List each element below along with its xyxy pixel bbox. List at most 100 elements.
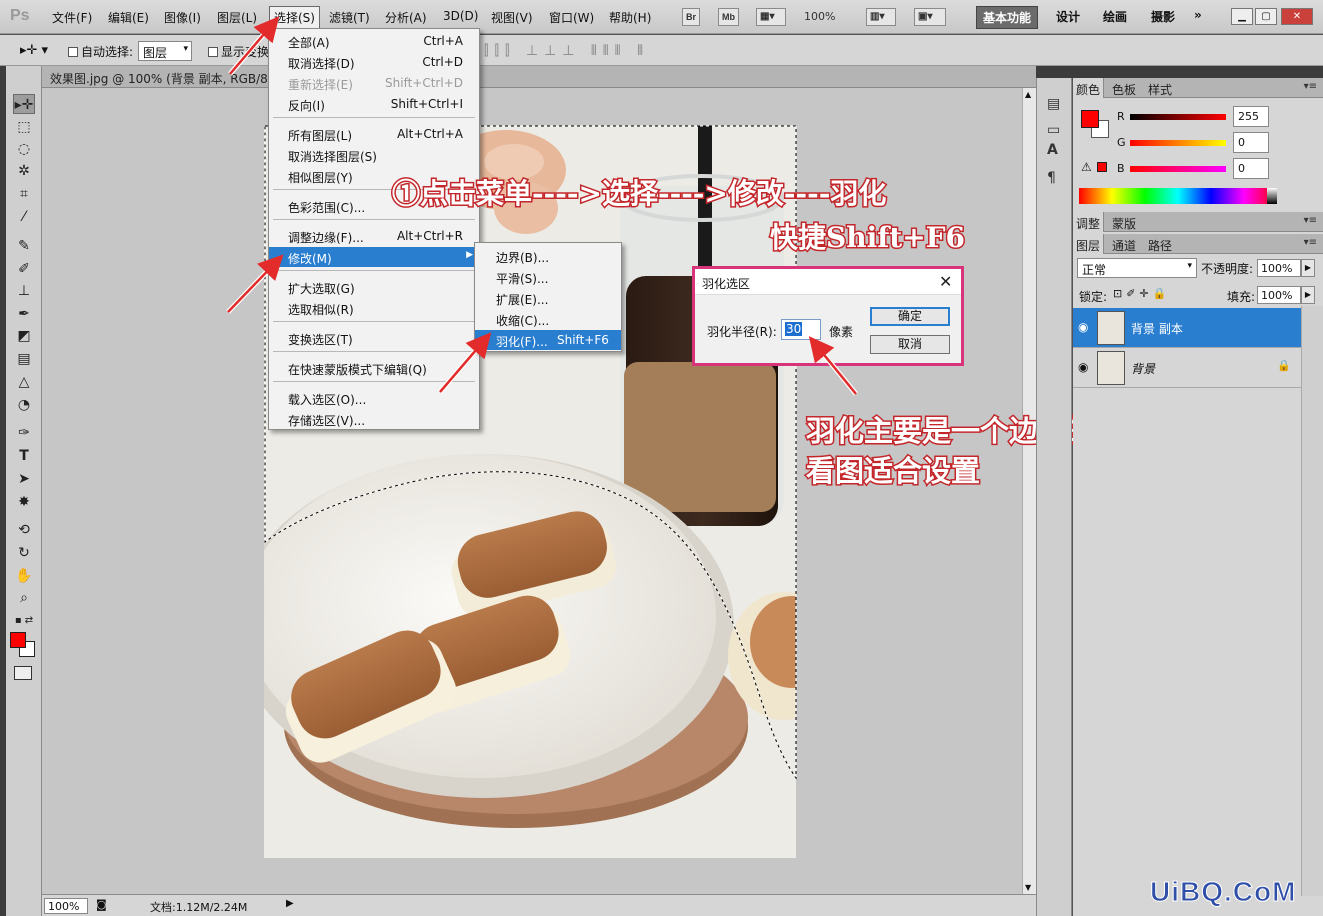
tab-adjustments[interactable]: 调整 bbox=[1073, 212, 1105, 232]
tab-masks[interactable]: 蒙版 bbox=[1109, 215, 1139, 232]
spectrum-bw-ramp[interactable] bbox=[1267, 188, 1277, 204]
tab-styles[interactable]: 样式 bbox=[1145, 81, 1175, 98]
menu-edit[interactable]: 编辑(E) bbox=[108, 9, 149, 26]
tab-swatches[interactable]: 色板 bbox=[1109, 81, 1139, 98]
workspace-essentials[interactable]: 基本功能 bbox=[976, 6, 1039, 29]
panel-collapse-bar[interactable] bbox=[1036, 66, 1323, 78]
menu-similar[interactable]: 选取相似(R) bbox=[269, 298, 479, 318]
blue-value[interactable]: 0 bbox=[1233, 158, 1269, 179]
arrange-documents-icon[interactable]: ▥▾ bbox=[866, 8, 896, 26]
menu-layer[interactable]: 图层(L) bbox=[217, 9, 257, 26]
status-arrow-icon[interactable]: ▶ bbox=[286, 898, 294, 909]
minimize-icon[interactable]: ▁ bbox=[1231, 8, 1253, 25]
ok-button[interactable]: 确定 bbox=[870, 307, 950, 326]
shape-tool-icon[interactable]: ✸ bbox=[13, 492, 35, 512]
menu-view[interactable]: 视图(V) bbox=[491, 9, 533, 26]
history-brush-icon[interactable]: ✒ bbox=[13, 304, 35, 324]
swap-colors-icon[interactable]: ▪ ⇄ bbox=[13, 611, 35, 631]
character-panel-icon[interactable]: A bbox=[1047, 142, 1058, 158]
eye-icon[interactable]: ◉ bbox=[1078, 360, 1088, 374]
menu-3d[interactable]: 3D(D) bbox=[443, 9, 478, 23]
eraser-icon[interactable]: ◩ bbox=[13, 326, 35, 346]
status-menu-icon[interactable]: ◙ bbox=[96, 898, 107, 911]
menu-save-selection[interactable]: 存储选区(V)... bbox=[269, 409, 479, 429]
hand-tool-icon[interactable]: ✋ bbox=[13, 566, 35, 586]
menu-refine-edge[interactable]: 调整边缘(F)... Alt+Ctrl+R bbox=[269, 226, 479, 246]
workspace-design[interactable]: 设计 bbox=[1056, 8, 1080, 25]
panel-menu-icon[interactable]: ▾≡ bbox=[1304, 81, 1317, 92]
menu-quick-mask[interactable]: 在快速蒙版模式下编辑(Q) bbox=[269, 358, 479, 378]
red-value[interactable]: 255 bbox=[1233, 106, 1269, 127]
type-tool-icon[interactable]: T bbox=[13, 446, 35, 466]
menu-window[interactable]: 窗口(W) bbox=[549, 9, 594, 26]
green-value[interactable]: 0 bbox=[1233, 132, 1269, 153]
blur-tool-icon[interactable]: △ bbox=[13, 372, 35, 392]
auto-select-checkbox[interactable]: 自动选择: bbox=[68, 43, 133, 60]
menu-file[interactable]: 文件(F) bbox=[52, 9, 92, 26]
auto-select-dropdown[interactable]: 图层 ▾ bbox=[138, 41, 192, 61]
panel-menu-icon[interactable]: ▾≡ bbox=[1304, 237, 1317, 248]
submenu-feather[interactable]: 羽化(F)... Shift+F6 bbox=[475, 330, 621, 350]
zoom-field[interactable]: 100% bbox=[44, 898, 88, 914]
maximize-icon[interactable]: ▢ bbox=[1255, 8, 1277, 25]
brush-tool-icon[interactable]: ✐ bbox=[13, 259, 35, 279]
bridge-button[interactable]: Br bbox=[682, 8, 701, 26]
3d-rotate-icon[interactable]: ⟲ bbox=[13, 520, 35, 540]
opacity-field[interactable]: 100% bbox=[1257, 259, 1301, 277]
fill-field[interactable]: 100% bbox=[1257, 286, 1301, 304]
dodge-tool-icon[interactable]: ◔ bbox=[13, 395, 35, 415]
submenu-contract[interactable]: 收缩(C)... bbox=[475, 309, 621, 329]
tab-paths[interactable]: 路径 bbox=[1145, 237, 1175, 254]
opacity-arrow-icon[interactable]: ▶ bbox=[1301, 259, 1315, 277]
tab-color[interactable]: 颜色 bbox=[1073, 78, 1105, 98]
lock-icons[interactable]: ⊡✐✛🔒 bbox=[1113, 287, 1170, 300]
crop-tool-icon[interactable]: ⌗ bbox=[13, 184, 35, 204]
menu-help[interactable]: 帮助(H) bbox=[609, 9, 651, 26]
menu-select[interactable]: 选择(S) bbox=[269, 6, 320, 29]
blend-mode-dropdown[interactable]: 正常 ▾ bbox=[1077, 258, 1197, 278]
move-tool-icon[interactable]: ▸✛ bbox=[13, 94, 35, 114]
foreground-color[interactable] bbox=[10, 632, 26, 648]
view-extras-icon[interactable]: ▦▾ bbox=[756, 8, 786, 26]
menu-all-layers[interactable]: 所有图层(L) Alt+Ctrl+A bbox=[269, 124, 479, 144]
healing-brush-icon[interactable]: ✎ bbox=[13, 236, 35, 256]
layer-row-background-copy[interactable]: ◉ 背景 副本 bbox=[1073, 308, 1301, 348]
menu-deselect[interactable]: 取消选择(D) Ctrl+D bbox=[269, 52, 479, 72]
blue-slider[interactable] bbox=[1130, 166, 1226, 172]
menu-grow[interactable]: 扩大选取(G) bbox=[269, 277, 479, 297]
move-tool-icon[interactable]: ▸✛ ▾ bbox=[20, 43, 48, 58]
gradient-tool-icon[interactable]: ▤ bbox=[13, 349, 35, 369]
zoom-tool-icon[interactable]: ⌕ bbox=[13, 588, 35, 608]
menu-select-all[interactable]: 全部(A) Ctrl+A bbox=[269, 31, 479, 51]
tab-channels[interactable]: 通道 bbox=[1109, 237, 1139, 254]
fill-arrow-icon[interactable]: ▶ bbox=[1301, 286, 1315, 304]
mini-bridge-button[interactable]: Mb bbox=[718, 8, 739, 26]
menu-modify[interactable]: 修改(M) ▶ bbox=[269, 247, 479, 267]
zoom-level[interactable]: 100% bbox=[804, 10, 835, 23]
3d-orbit-icon[interactable]: ↻ bbox=[13, 543, 35, 563]
menu-filter[interactable]: 滤镜(T) bbox=[329, 9, 370, 26]
align-icons[interactable]: ⫿⫿⫿ ⊥⊥⊥ ⫴⫴⫴ ⦀ bbox=[484, 43, 649, 59]
menu-image[interactable]: 图像(I) bbox=[164, 9, 201, 26]
submenu-smooth[interactable]: 平滑(S)... bbox=[475, 267, 621, 287]
magic-wand-icon[interactable]: ✲ bbox=[13, 161, 35, 181]
workspace-photography[interactable]: 摄影 bbox=[1151, 8, 1175, 25]
eyedropper-icon[interactable]: ⁄ bbox=[13, 207, 35, 227]
panel-foreground-color[interactable] bbox=[1081, 110, 1099, 128]
layers-scrollbar[interactable] bbox=[1301, 306, 1323, 896]
more-workspaces-icon[interactable]: » bbox=[1194, 8, 1202, 22]
submenu-expand[interactable]: 扩展(E)... bbox=[475, 288, 621, 308]
feather-radius-input[interactable]: 30 bbox=[781, 319, 821, 340]
menu-load-selection[interactable]: 载入选区(O)... bbox=[269, 388, 479, 408]
document-tab[interactable]: 效果图.jpg @ 100% (背景 副本, RGB/8) bbox=[42, 66, 1036, 88]
actions-panel-icon[interactable]: ▭ bbox=[1047, 122, 1060, 138]
green-slider[interactable] bbox=[1130, 140, 1226, 146]
menu-transform-selection[interactable]: 变换选区(T) bbox=[269, 328, 479, 348]
quick-mask-icon[interactable] bbox=[14, 666, 32, 680]
color-spectrum[interactable] bbox=[1079, 188, 1277, 204]
vertical-scrollbar[interactable]: ▲ ▼ bbox=[1022, 88, 1036, 894]
layer-row-background[interactable]: ◉ 背景 🔒 bbox=[1073, 348, 1301, 388]
eye-icon[interactable]: ◉ bbox=[1078, 320, 1088, 334]
paragraph-panel-icon[interactable]: ¶ bbox=[1047, 170, 1056, 186]
submenu-border[interactable]: 边界(B)... bbox=[475, 246, 621, 266]
